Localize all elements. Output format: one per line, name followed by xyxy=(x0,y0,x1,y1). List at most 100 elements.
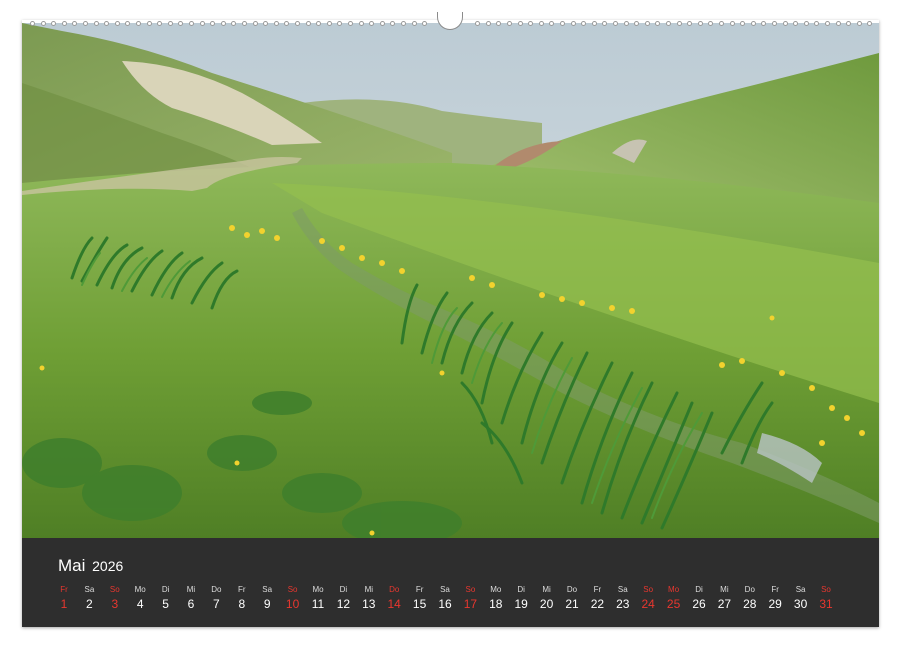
calendar-day: So 31 xyxy=(814,584,838,612)
binding-ring-icon xyxy=(167,21,173,26)
binding-ring-icon xyxy=(242,21,247,26)
weekday-label: So xyxy=(109,585,120,594)
day-number: 14 xyxy=(387,597,401,611)
weekday-label: Do xyxy=(744,585,755,594)
binding-ring-icon xyxy=(750,21,756,26)
day-number: 2 xyxy=(86,597,93,611)
binding-ring-icon xyxy=(316,21,322,26)
binding-ring-icon xyxy=(136,21,141,26)
binding-ring-icon xyxy=(390,21,396,26)
binding-ring-icon xyxy=(369,21,375,26)
binding-ring-icon xyxy=(305,21,311,26)
day-number: 6 xyxy=(187,597,195,611)
day-number: 16 xyxy=(438,597,452,611)
binding-ring-icon xyxy=(496,21,502,26)
binding-ring-icon xyxy=(411,21,417,26)
binding-ring-icon xyxy=(295,21,300,26)
binding-ring-icon xyxy=(570,21,576,26)
day-number: 29 xyxy=(768,597,782,611)
calendar-day: Di 12 xyxy=(331,584,355,612)
binding-ring-icon xyxy=(634,21,640,26)
weekday-label: Sa xyxy=(795,585,806,594)
binding-ring-icon xyxy=(284,21,290,26)
weekday-label: Fr xyxy=(60,585,68,594)
weekday-label: Fr xyxy=(593,585,602,594)
binding-ring-icon xyxy=(252,21,258,26)
binding-ring-icon xyxy=(591,21,597,26)
day-number: 11 xyxy=(311,597,325,611)
binding-ring-icon xyxy=(793,21,799,26)
calendar-day: Mi 13 xyxy=(357,584,381,612)
day-number: 28 xyxy=(743,597,757,611)
day-number: 12 xyxy=(336,597,351,611)
weekday-label: Mo xyxy=(668,585,680,594)
binding-ring-icon xyxy=(30,21,35,26)
binding-ring-icon xyxy=(401,21,406,26)
weekday-label: Fr xyxy=(415,585,424,594)
day-number: 19 xyxy=(514,597,528,611)
calendar-day: Sa 23 xyxy=(611,584,635,612)
binding-ring-icon xyxy=(623,21,629,26)
weekday-label: Mi xyxy=(186,585,196,594)
calendar-day: So 10 xyxy=(281,584,305,612)
dune-meadow-illustration xyxy=(22,23,879,538)
weekday-label: So xyxy=(287,585,298,594)
calendar-day: Sa 2 xyxy=(77,584,101,612)
binding-ring-icon xyxy=(782,21,788,26)
weekday-label: Sa xyxy=(617,585,628,594)
binding-ring-icon xyxy=(687,21,693,26)
month-name: Mai xyxy=(58,556,86,575)
binding-ring-icon xyxy=(846,21,852,26)
calendar-day: Mi 27 xyxy=(712,584,736,612)
calendar-day: Mo 25 xyxy=(662,584,686,612)
binding-ring-icon xyxy=(740,21,746,26)
calendar-panel: Mai 2026 Fr 1 Sa 2 So 3 Mo 4 Di 5 Mi 6 Do 7 Fr 8 Sa 9 So 10… xyxy=(22,538,879,627)
binding-ring-icon xyxy=(666,21,671,26)
binding-ring-icon xyxy=(273,21,279,26)
day-number: 17 xyxy=(463,597,478,611)
binding-ring-icon xyxy=(517,21,523,26)
calendar-day: Mo 18 xyxy=(484,584,508,612)
calendar-day: Do 14 xyxy=(382,584,406,612)
binding-ring-icon xyxy=(51,21,57,26)
calendar-day: Di 5 xyxy=(154,584,178,612)
binding-ring-icon xyxy=(72,21,78,26)
calendar-day: Di 19 xyxy=(509,584,533,612)
calendar-day: Sa 9 xyxy=(255,584,279,612)
weekday-label: Di xyxy=(695,585,703,594)
weekday-label: Do xyxy=(566,585,578,594)
calendar-day: Do 21 xyxy=(560,584,584,612)
weekday-label: Mi xyxy=(542,585,551,594)
binding-ring-icon xyxy=(814,21,820,26)
binding-ring-icon xyxy=(549,21,555,26)
binding-ring-icon xyxy=(485,21,491,26)
binding-ring-icon xyxy=(697,21,703,26)
day-number: 30 xyxy=(793,597,808,611)
weekday-label: Sa xyxy=(84,585,95,594)
calendar-day: Sa 16 xyxy=(433,584,457,612)
binding-ring-icon xyxy=(146,21,152,26)
binding-ring-icon xyxy=(560,21,565,26)
binding-ring-icon xyxy=(538,21,544,26)
binding-ring-icon xyxy=(104,21,110,26)
weekday-label: Fr xyxy=(238,585,246,594)
weekday-label: So xyxy=(465,585,476,594)
binding-ring-icon xyxy=(337,21,343,26)
weekday-label: Do xyxy=(211,585,222,594)
day-number: 9 xyxy=(263,597,271,611)
binding-ring-icon xyxy=(40,21,46,26)
calendar-day: Mo 11 xyxy=(306,584,330,612)
binding-ring-icon xyxy=(761,21,767,26)
day-number: 18 xyxy=(489,597,503,611)
weekday-label: Mo xyxy=(134,585,146,594)
binding-ring-icon xyxy=(358,21,364,26)
binding-ring-icon xyxy=(199,21,205,26)
weekday-label: Mi xyxy=(720,585,729,594)
day-number: 15 xyxy=(412,597,427,611)
day-number: 3 xyxy=(111,597,119,611)
weekday-label: Di xyxy=(517,585,525,594)
calendar-day: Mi 20 xyxy=(535,584,559,612)
binding-ring-icon xyxy=(348,21,353,26)
binding-ring-icon xyxy=(772,21,777,26)
calendar-day: Fr 8 xyxy=(230,584,254,612)
